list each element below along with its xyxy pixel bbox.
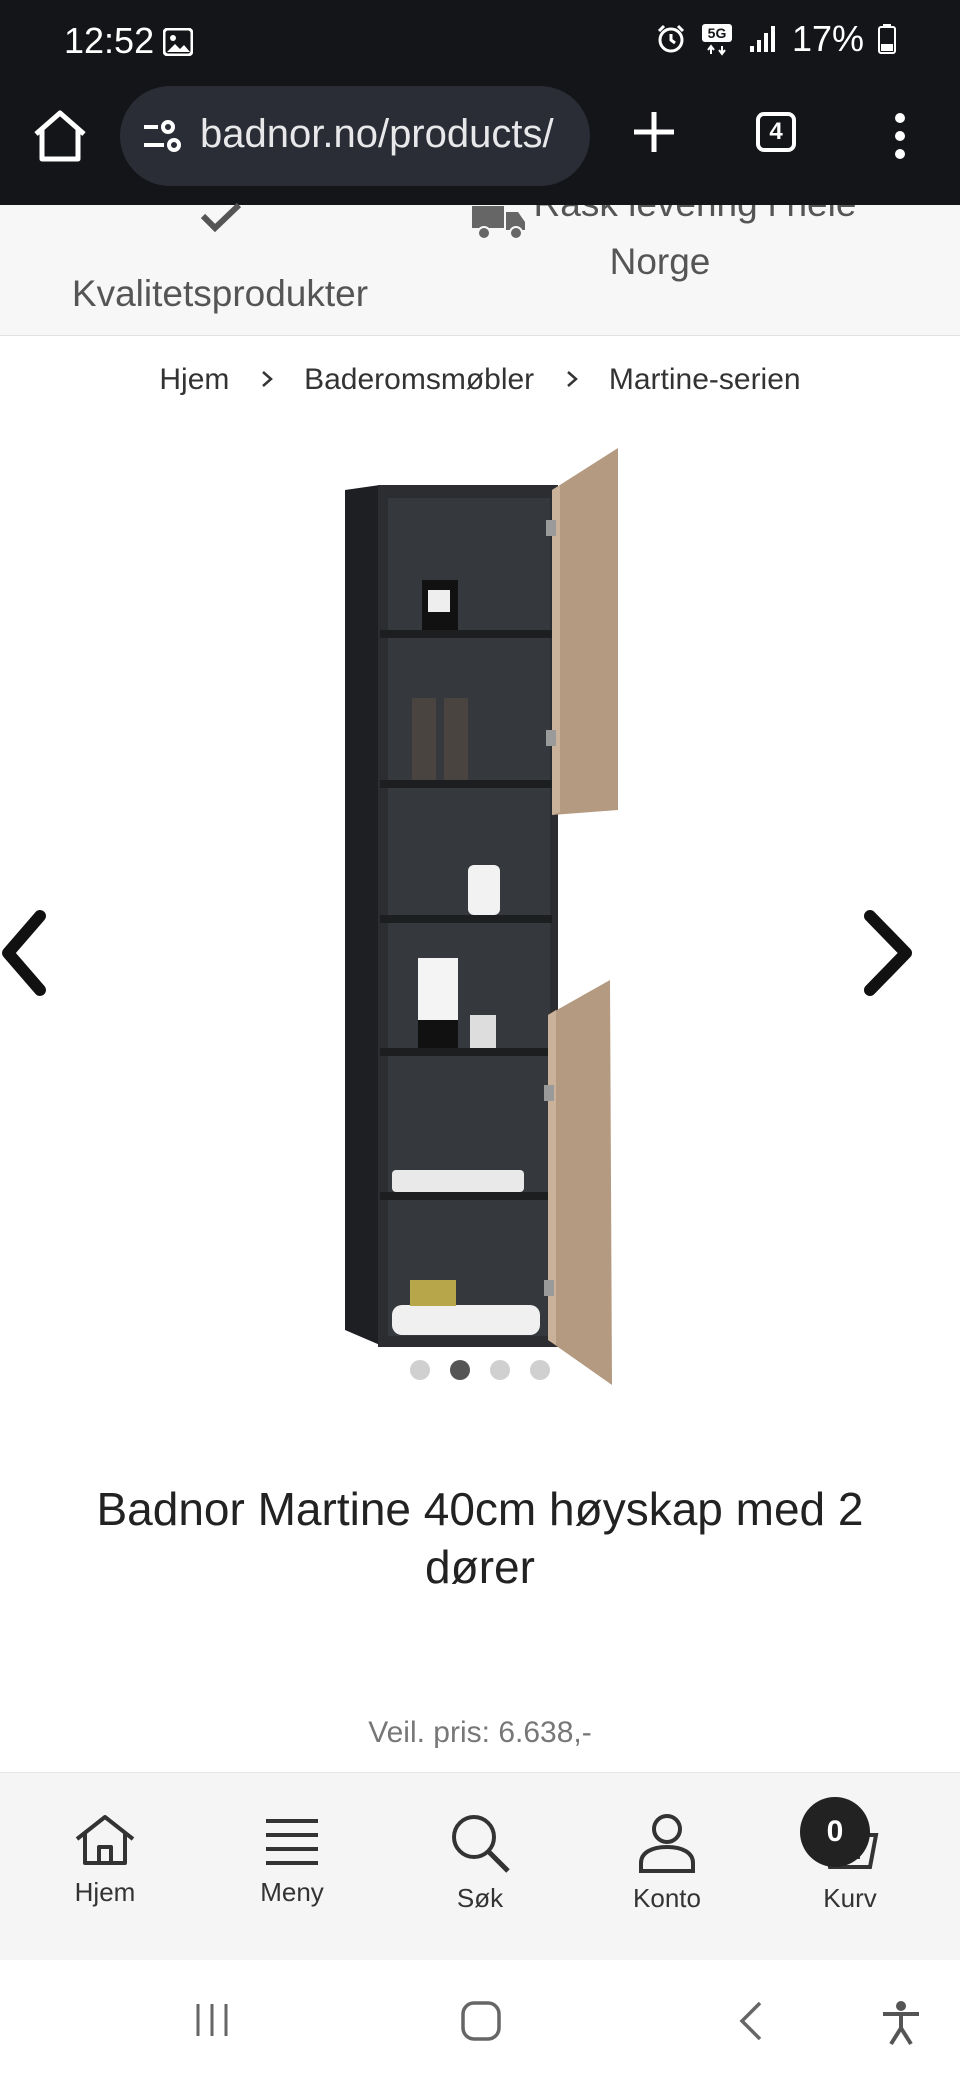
nav-account[interactable]: Konto	[597, 1813, 737, 1914]
recents-icon[interactable]	[192, 2000, 232, 2040]
nav-cart-label: Kurv	[823, 1883, 877, 1913]
usp-delivery-line2: Norge	[609, 241, 711, 282]
truck-icon	[472, 206, 525, 240]
site-settings-icon[interactable]	[142, 118, 182, 154]
bottom-nav: Hjem Meny Søk Konto Kurv 0	[0, 1772, 960, 1961]
gallery-dot[interactable]	[490, 1360, 510, 1380]
nav-home-label: Hjem	[74, 1877, 136, 1907]
alarm-icon	[657, 24, 684, 53]
nav-menu[interactable]: Meny	[222, 1813, 362, 1908]
chevron-right-icon[interactable]	[858, 908, 918, 998]
search-icon	[452, 1815, 510, 1873]
gallery-dots	[0, 1360, 960, 1385]
gallery-dot[interactable]	[410, 1360, 430, 1380]
plus-icon[interactable]	[632, 110, 676, 154]
url-text[interactable]: badnor.no/products/	[200, 112, 580, 157]
usp-quality: Kvalitetsprodukter	[40, 235, 400, 323]
nav-home[interactable]: Hjem	[35, 1813, 175, 1908]
system-nav-bar	[0, 1960, 960, 2080]
network-label: 5G	[708, 25, 727, 41]
product-image[interactable]	[0, 440, 960, 1400]
nav-account-label: Konto	[633, 1883, 701, 1913]
check-icon	[200, 202, 242, 232]
nav-search-label: Søk	[456, 1883, 504, 1913]
menu-icon	[266, 1819, 318, 1865]
breadcrumb-home[interactable]: Hjem	[159, 363, 229, 397]
cart-count-badge[interactable]: 0	[800, 1797, 870, 1867]
status-indicators: 5G 17%	[656, 18, 896, 60]
browser-chrome: 12:52 5G 17% badnor.no/products/ 4	[0, 0, 960, 205]
home-icon	[75, 1815, 135, 1865]
back-icon[interactable]	[736, 2000, 766, 2042]
more-vert-icon[interactable]	[895, 112, 905, 160]
recommended-price: Veil. pris: 6.638,-	[368, 1716, 592, 1749]
5g-icon: 5G	[701, 24, 732, 56]
product-gallery	[0, 440, 960, 1400]
account-icon	[639, 1814, 695, 1873]
accessibility-icon[interactable]	[880, 2000, 922, 2046]
battery-icon	[878, 24, 896, 54]
url-bar[interactable]: badnor.no/products/	[120, 86, 590, 186]
product-title: Badnor Martine 40cm høyskap med 2 dører	[96, 1483, 864, 1593]
home-icon[interactable]	[460, 2000, 502, 2042]
breadcrumb-category[interactable]: Baderomsmøbler	[304, 363, 534, 397]
tabs-button[interactable]: 4	[756, 112, 796, 152]
chevron-right-icon	[260, 363, 274, 397]
nav-menu-label: Meny	[260, 1877, 324, 1907]
breadcrumb-series[interactable]: Martine-serien	[609, 363, 801, 397]
chevron-right-icon	[565, 363, 579, 397]
battery-percent: 17%	[791, 18, 864, 59]
image-icon	[163, 28, 193, 56]
usp-quality-label: Kvalitetsprodukter	[71, 273, 369, 314]
gallery-dot-active[interactable]	[450, 1360, 470, 1380]
chevron-left-icon[interactable]	[0, 908, 50, 998]
signal-icon	[749, 26, 775, 52]
home-icon[interactable]	[30, 108, 90, 164]
status-time: 12:52	[64, 20, 155, 61]
nav-search[interactable]: Søk	[410, 1813, 550, 1914]
breadcrumb: Hjem Baderomsmøbler Martine-serien	[0, 362, 960, 397]
gallery-dot[interactable]	[530, 1360, 550, 1380]
